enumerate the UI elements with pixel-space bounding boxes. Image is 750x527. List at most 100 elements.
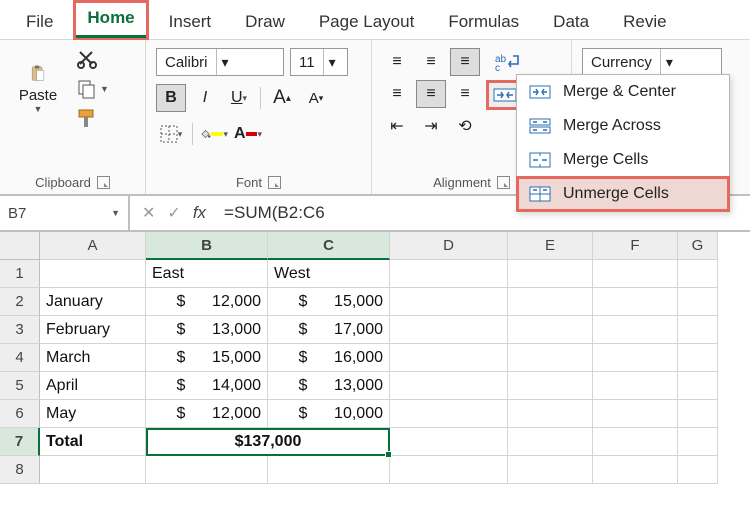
cell[interactable]: [678, 260, 718, 288]
cell[interactable]: [593, 372, 678, 400]
borders-button[interactable]: ▾: [156, 120, 186, 148]
cell[interactable]: [390, 456, 508, 484]
cell[interactable]: April: [40, 372, 146, 400]
align-middle-button[interactable]: ≡: [416, 48, 446, 76]
cell[interactable]: [593, 400, 678, 428]
spreadsheet-grid[interactable]: A B C D E F G 1 East West 2 January $ 12…: [0, 232, 750, 484]
cell[interactable]: February: [40, 316, 146, 344]
cell[interactable]: [390, 428, 508, 456]
cell[interactable]: [593, 428, 678, 456]
cell[interactable]: [508, 260, 593, 288]
dialog-launcher-icon[interactable]: [497, 176, 510, 189]
cell[interactable]: [40, 260, 146, 288]
font-color-button[interactable]: A ▾: [233, 120, 263, 148]
copy-button[interactable]: ▼: [76, 78, 109, 100]
cell[interactable]: [593, 344, 678, 372]
cell[interactable]: [678, 372, 718, 400]
col-header-F[interactable]: F: [593, 232, 678, 260]
merge-cells-item[interactable]: Merge Cells: [517, 143, 729, 177]
cell[interactable]: Total: [40, 428, 146, 456]
tab-draw[interactable]: Draw: [233, 6, 297, 39]
cell[interactable]: [390, 260, 508, 288]
cell[interactable]: $ 10,000: [268, 400, 390, 428]
enter-formula-button[interactable]: ✓: [167, 203, 180, 223]
align-bottom-button[interactable]: ≡: [450, 48, 480, 76]
align-left-button[interactable]: ≡: [382, 80, 412, 108]
tab-insert[interactable]: Insert: [157, 6, 224, 39]
cell[interactable]: [508, 456, 593, 484]
cell[interactable]: $ 15,000: [268, 288, 390, 316]
select-all-corner[interactable]: [0, 232, 40, 260]
cell[interactable]: [508, 400, 593, 428]
cell[interactable]: [678, 456, 718, 484]
cell[interactable]: [508, 372, 593, 400]
font-family-combo[interactable]: Calibri ▾: [156, 48, 284, 76]
format-painter-button[interactable]: [76, 108, 109, 130]
increase-indent-button[interactable]: ⇥: [416, 112, 446, 140]
cell[interactable]: [678, 316, 718, 344]
number-format-combo[interactable]: Currency ▾: [582, 48, 722, 76]
cell[interactable]: $ 17,000: [268, 316, 390, 344]
row-header[interactable]: 5: [0, 372, 40, 400]
cell[interactable]: [390, 288, 508, 316]
cell[interactable]: [593, 456, 678, 484]
merge-across-item[interactable]: Merge Across: [517, 109, 729, 143]
cell[interactable]: $ 16,000: [268, 344, 390, 372]
col-header-E[interactable]: E: [508, 232, 593, 260]
fill-color-button[interactable]: ▾: [199, 120, 229, 148]
cell[interactable]: [390, 372, 508, 400]
row-header[interactable]: 6: [0, 400, 40, 428]
cell[interactable]: January: [40, 288, 146, 316]
row-header[interactable]: 7: [0, 428, 40, 456]
name-box[interactable]: B7 ▼: [0, 196, 130, 230]
cell[interactable]: $ 14,000: [146, 372, 268, 400]
cell[interactable]: [508, 344, 593, 372]
row-header[interactable]: 2: [0, 288, 40, 316]
tab-page-layout[interactable]: Page Layout: [307, 6, 426, 39]
merge-and-center-item[interactable]: Merge & Center: [517, 75, 729, 109]
underline-button[interactable]: U ▾: [224, 84, 254, 112]
cell[interactable]: $ 12,000: [146, 400, 268, 428]
cell[interactable]: East: [146, 260, 268, 288]
cell[interactable]: [678, 428, 718, 456]
dialog-launcher-icon[interactable]: [268, 176, 281, 189]
row-header[interactable]: 4: [0, 344, 40, 372]
fx-icon[interactable]: fx: [193, 203, 206, 223]
cell[interactable]: March: [40, 344, 146, 372]
cell[interactable]: [508, 428, 593, 456]
font-size-combo[interactable]: 11 ▾: [290, 48, 348, 76]
cell[interactable]: [593, 260, 678, 288]
cell[interactable]: $ 12,000: [146, 288, 268, 316]
dialog-launcher-icon[interactable]: [97, 176, 110, 189]
cell[interactable]: [390, 316, 508, 344]
cancel-formula-button[interactable]: ✕: [142, 203, 155, 223]
cell[interactable]: [40, 456, 146, 484]
tab-review[interactable]: Revie: [611, 6, 678, 39]
cell[interactable]: [268, 456, 390, 484]
cell[interactable]: [508, 288, 593, 316]
cell[interactable]: [678, 288, 718, 316]
col-header-C[interactable]: C: [268, 232, 390, 260]
cell[interactable]: $ 13,000: [268, 372, 390, 400]
cell[interactable]: [390, 344, 508, 372]
unmerge-cells-item[interactable]: Unmerge Cells: [517, 177, 729, 211]
col-header-G[interactable]: G: [678, 232, 718, 260]
cell[interactable]: [678, 400, 718, 428]
col-header-A[interactable]: A: [40, 232, 146, 260]
bold-button[interactable]: B: [156, 84, 186, 112]
row-header[interactable]: 3: [0, 316, 40, 344]
align-top-button[interactable]: ≡: [382, 48, 412, 76]
tab-file[interactable]: File: [14, 6, 65, 39]
row-header[interactable]: 8: [0, 456, 40, 484]
paste-button[interactable]: Paste ▼: [10, 65, 66, 114]
cell[interactable]: [678, 344, 718, 372]
selected-merged-cell[interactable]: $137,000: [146, 428, 390, 456]
fill-handle[interactable]: [385, 451, 392, 458]
cell[interactable]: [146, 456, 268, 484]
cell[interactable]: [593, 288, 678, 316]
cell[interactable]: [593, 316, 678, 344]
row-header[interactable]: 1: [0, 260, 40, 288]
cell[interactable]: [390, 400, 508, 428]
cell[interactable]: [508, 316, 593, 344]
col-header-B[interactable]: B: [146, 232, 268, 260]
